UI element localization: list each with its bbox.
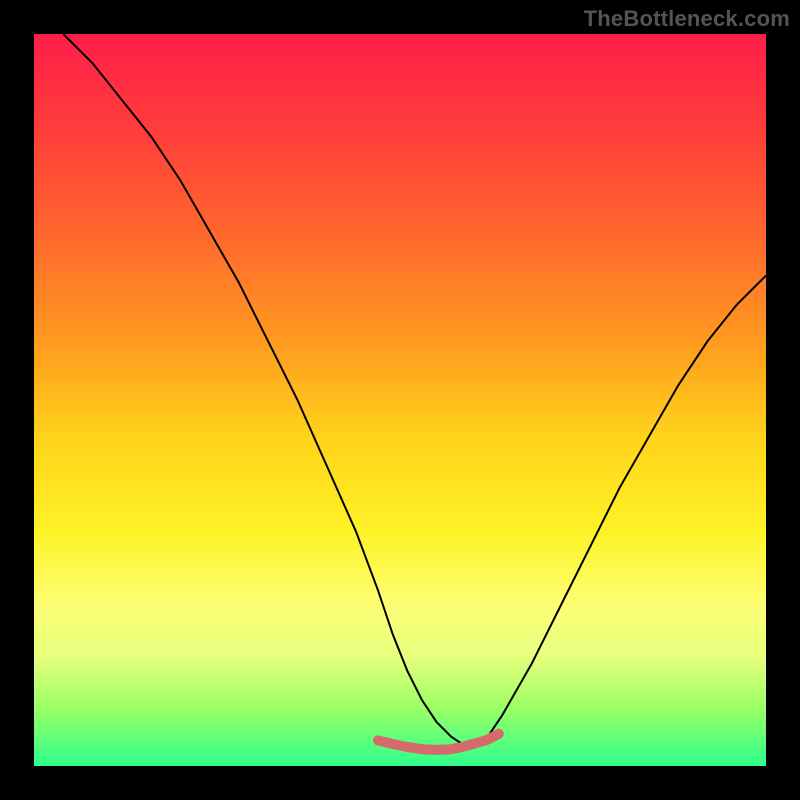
primary-curve: [63, 34, 766, 744]
chart-frame: TheBottleneck.com: [0, 0, 800, 800]
chart-svg: [34, 34, 766, 766]
plot-area: [34, 34, 766, 766]
trough-highlight: [378, 734, 499, 750]
watermark-label: TheBottleneck.com: [584, 6, 790, 32]
